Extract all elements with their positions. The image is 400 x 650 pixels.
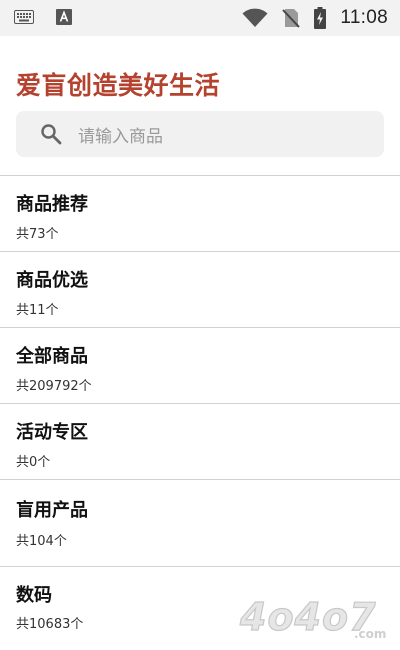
list-item-title: 活动专区 — [16, 422, 88, 443]
list-item-count: 共10683个 — [16, 617, 84, 632]
status-right-icons: 11:08 — [242, 6, 388, 30]
list-item-count: 共104个 — [16, 534, 67, 549]
search-input[interactable]: 请输入商品 — [16, 111, 384, 157]
list-item-title: 数码 — [16, 585, 52, 606]
list-item-count: 共11个 — [16, 303, 59, 318]
list-item-count: 共209792个 — [16, 379, 92, 394]
no-sim-icon — [282, 9, 301, 28]
status-left-icons — [14, 9, 72, 25]
list-item[interactable]: 盲用产品 共104个 — [0, 479, 400, 566]
list-item-title: 盲用产品 — [16, 500, 88, 521]
keyboard-icon — [14, 10, 34, 24]
list-item[interactable]: 商品优选 共11个 — [0, 251, 400, 327]
list-item-title: 全部商品 — [16, 346, 88, 367]
status-time: 11:08 — [340, 7, 388, 28]
list-item[interactable]: 商品推荐 共73个 — [0, 175, 400, 251]
list-item-title: 商品优选 — [16, 270, 88, 291]
watermark-logo: 4o4o7 .com — [238, 594, 386, 641]
page-title: 爱盲创造美好生活 — [16, 71, 221, 100]
list-item-count: 共0个 — [16, 455, 51, 470]
list-item[interactable]: 活动专区 共0个 — [0, 403, 400, 479]
watermark-suffix: .com — [354, 627, 386, 641]
wifi-icon — [242, 8, 268, 27]
list-item[interactable]: 全部商品 共209792个 — [0, 327, 400, 403]
status-bar: 11:08 — [0, 0, 400, 36]
battery-charging-icon — [314, 7, 327, 29]
list-item-title: 商品推荐 — [16, 194, 88, 215]
text-a-icon — [56, 9, 72, 25]
search-placeholder: 请输入商品 — [78, 126, 163, 147]
category-list: 商品推荐 共73个 商品优选 共11个 全部商品 共209792个 活动专区 共… — [0, 175, 400, 647]
list-item-count: 共73个 — [16, 227, 59, 242]
search-icon — [41, 124, 62, 145]
